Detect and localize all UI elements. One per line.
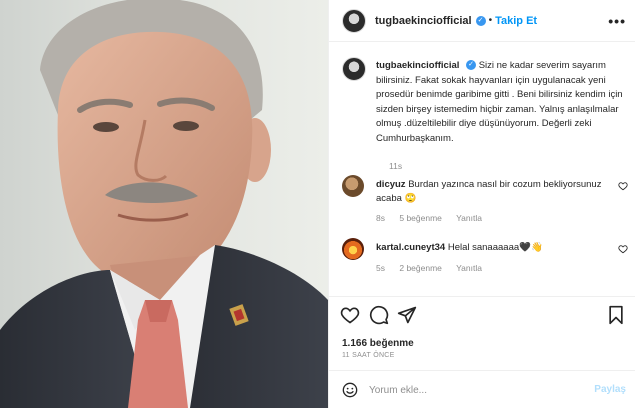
comment-body: Helal sanaaaaaa🖤👋 bbox=[447, 242, 543, 253]
comments-list[interactable]: tugbaekinciofficial ✓ Sizi ne kadar seve… bbox=[329, 43, 635, 295]
comment-composer: Paylaş bbox=[329, 370, 635, 408]
comment-username[interactable]: dicyuz bbox=[376, 179, 406, 190]
author-avatar[interactable] bbox=[342, 8, 366, 33]
portrait-illustration bbox=[0, 0, 328, 408]
post-comment-button[interactable]: Paylaş bbox=[594, 384, 626, 395]
like-heart-icon[interactable] bbox=[340, 305, 360, 325]
comment-time: 8s bbox=[376, 213, 385, 223]
instagram-post: tugbaekinciofficial ✓ • Takip Et ••• tug… bbox=[0, 0, 635, 408]
post-actions bbox=[329, 296, 635, 336]
post-photo[interactable] bbox=[0, 0, 328, 408]
comment-reply-button[interactable]: Yanıtla bbox=[456, 213, 482, 223]
comment-input[interactable] bbox=[369, 380, 579, 400]
comment-meta: 8s 5 beğenme Yanıtla bbox=[376, 213, 494, 223]
like-comment-heart-icon[interactable] bbox=[618, 244, 628, 254]
save-bookmark-icon[interactable] bbox=[606, 305, 626, 325]
comment-bubble-icon[interactable] bbox=[369, 305, 389, 325]
comment-likes[interactable]: 2 beğenme bbox=[399, 263, 442, 273]
caption-time[interactable]: 11s bbox=[389, 161, 402, 171]
caption-username[interactable]: tugbaekinciofficial bbox=[376, 60, 459, 71]
comment-time: 5s bbox=[376, 263, 385, 273]
comment-username[interactable]: kartal.cuneyt34 bbox=[376, 242, 445, 253]
likes-count[interactable]: 1.166 beğenme bbox=[342, 338, 414, 349]
share-paper-plane-icon[interactable] bbox=[397, 305, 417, 325]
comment-likes[interactable]: 5 beğenme bbox=[399, 213, 442, 223]
more-options-icon[interactable]: ••• bbox=[608, 13, 626, 29]
emoji-smiley-icon[interactable] bbox=[342, 382, 358, 398]
author-username[interactable]: tugbaekinciofficial bbox=[375, 15, 472, 27]
post-sidebar: tugbaekinciofficial ✓ • Takip Et ••• tug… bbox=[328, 0, 635, 408]
header-separator: • bbox=[488, 15, 493, 26]
follow-button[interactable]: Takip Et bbox=[495, 15, 537, 27]
verified-badge-icon: ✓ bbox=[475, 15, 486, 26]
comment-meta: 5s 2 beğenme Yanıtla bbox=[376, 263, 494, 273]
caption-verified-icon: ✓ bbox=[466, 60, 477, 71]
caption-body: Sizi ne kadar severim sayarım bilirsiniz… bbox=[376, 60, 623, 144]
caption-avatar[interactable] bbox=[342, 57, 366, 81]
comment-text: dicyuz Burdan yazınca nasıl bir cozum be… bbox=[376, 178, 606, 205]
like-comment-heart-icon[interactable] bbox=[618, 181, 628, 191]
comment-avatar[interactable] bbox=[342, 238, 364, 260]
comment-avatar[interactable] bbox=[342, 175, 364, 197]
post-timestamp[interactable]: 11 SAAT ÖNCE bbox=[342, 352, 395, 359]
comment-body: Burdan yazınca nasıl bir cozum bekliyors… bbox=[376, 179, 602, 204]
caption-text: tugbaekinciofficial ✓ Sizi ne kadar seve… bbox=[376, 59, 626, 147]
post-header: tugbaekinciofficial ✓ • Takip Et ••• bbox=[329, 0, 635, 42]
comment-text: kartal.cuneyt34 Helal sanaaaaaa🖤👋 bbox=[376, 241, 606, 255]
comment-reply-button[interactable]: Yanıtla bbox=[456, 263, 482, 273]
